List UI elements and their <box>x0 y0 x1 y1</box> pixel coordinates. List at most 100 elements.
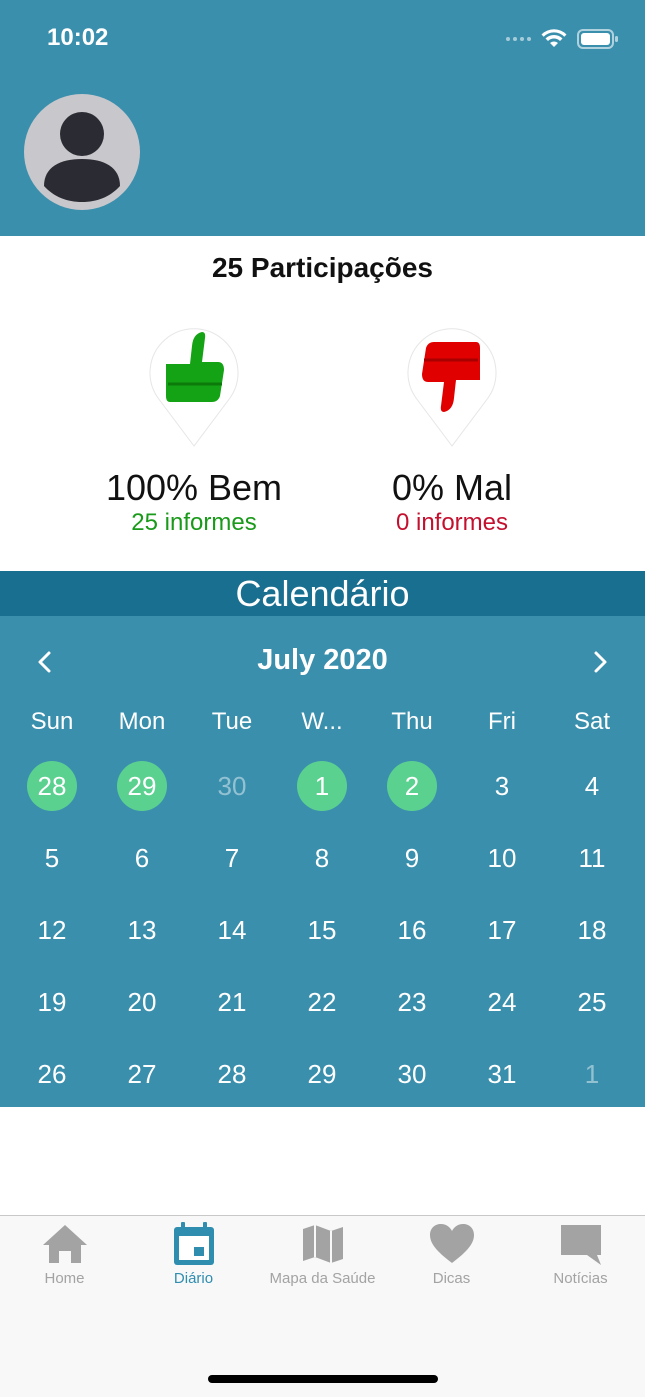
chevron-right-icon <box>594 651 607 673</box>
signal-icon <box>506 37 531 41</box>
calendar-day[interactable]: 9 <box>367 822 457 894</box>
calendar-day[interactable]: 4 <box>547 750 637 822</box>
calendar-day[interactable]: 22 <box>277 966 367 1038</box>
calendar-icon <box>173 1222 214 1265</box>
calendar-day-number: 11 <box>578 842 606 873</box>
calendar-month: July 2020 <box>257 644 388 676</box>
calendar-day[interactable]: 26 <box>7 1038 97 1110</box>
weekday-header: Sun Mon Tue W... Thu Fri Sat <box>7 708 637 736</box>
tab-label: Mapa da Saúde <box>269 1270 376 1287</box>
calendar-day[interactable]: 30 <box>367 1038 457 1110</box>
calendar-day[interactable]: 28 <box>187 1038 277 1110</box>
tab-diario[interactable]: Diário <box>129 1216 258 1287</box>
tab-bar: Home Diário Mapa da Saúde Dicas Notícias <box>0 1215 645 1397</box>
calendar-day-number: 27 <box>127 1058 157 1089</box>
calendar-day-number: 14 <box>217 914 247 945</box>
calendar-day[interactable]: 14 <box>187 894 277 966</box>
tab-label: Notícias <box>553 1270 608 1287</box>
calendar-day[interactable]: 5 <box>7 822 97 894</box>
calendar-day[interactable]: 29 <box>277 1038 367 1110</box>
calendar-day-number: 30 <box>217 770 247 801</box>
weekday-label: Fri <box>488 708 516 735</box>
tab-dicas[interactable]: Dicas <box>387 1216 516 1287</box>
calendar-day[interactable]: 3 <box>457 750 547 822</box>
calendar-day-number: 31 <box>487 1058 517 1089</box>
calendar-day-number: 24 <box>487 986 517 1017</box>
calendar-day-number: 18 <box>577 914 607 945</box>
calendar-day-marked[interactable]: 1 <box>277 750 367 822</box>
calendar-day-number: 13 <box>127 914 157 945</box>
weekday-label: Sat <box>573 708 611 735</box>
calendar-day[interactable]: 13 <box>97 894 187 966</box>
home-icon <box>42 1225 87 1263</box>
tab-label: Diário <box>173 1270 214 1287</box>
calendar-day[interactable]: 1 <box>547 1038 637 1110</box>
calendar-day[interactable]: 7 <box>187 822 277 894</box>
calendar-day-number: 8 <box>314 842 330 873</box>
calendar-day[interactable]: 18 <box>547 894 637 966</box>
calendar-day[interactable]: 24 <box>457 966 547 1038</box>
tab-mapa-da-saude[interactable]: Mapa da Saúde <box>258 1216 387 1287</box>
bad-reports: 0 informes <box>395 509 509 536</box>
calendar-day-number: 19 <box>37 986 67 1017</box>
thumbs-up-pin-icon <box>149 328 239 447</box>
calendar-day-number: 17 <box>487 914 517 945</box>
bad-percentage: 0% Mal <box>391 467 513 508</box>
calendar-day-number: 28 <box>27 761 77 811</box>
profile-header: 10:02 <box>0 0 645 236</box>
good-percentage: 100% Bem <box>105 467 283 508</box>
calendar-day-number: 2 <box>387 761 437 811</box>
calendar-day-number: 20 <box>127 986 157 1017</box>
calendar-day-number: 1 <box>297 761 347 811</box>
weekday-label: Mon <box>118 708 166 735</box>
calendar-day[interactable]: 20 <box>97 966 187 1038</box>
weekday-label: Sun <box>30 708 74 735</box>
user-silhouette-icon <box>44 112 120 202</box>
calendar-day[interactable]: 8 <box>277 822 367 894</box>
status-icons <box>506 28 619 50</box>
calendar-day-number: 29 <box>117 761 167 811</box>
calendar-day-number: 15 <box>307 914 337 945</box>
tab-noticias[interactable]: Notícias <box>516 1216 645 1287</box>
calendar-day[interactable]: 17 <box>457 894 547 966</box>
calendar-day-number: 12 <box>37 914 67 945</box>
calendar-day-number: 25 <box>577 986 607 1017</box>
calendar-day-number: 22 <box>307 986 337 1017</box>
bad-stat: 0% Mal 0 informes <box>322 322 582 538</box>
calendar-day-number: 26 <box>37 1058 67 1089</box>
calendar-day[interactable]: 31 <box>457 1038 547 1110</box>
home-indicator <box>208 1375 438 1383</box>
calendar-day-marked[interactable]: 29 <box>97 750 187 822</box>
calendar-day[interactable]: 12 <box>7 894 97 966</box>
tab-home[interactable]: Home <box>0 1216 129 1287</box>
good-stat: 100% Bem 25 informes <box>64 322 324 538</box>
calendar-day[interactable]: 25 <box>547 966 637 1038</box>
calendar-day[interactable]: 27 <box>97 1038 187 1110</box>
calendar-day-number: 21 <box>217 986 247 1017</box>
calendar-day[interactable]: 10 <box>457 822 547 894</box>
calendar-day[interactable]: 11 <box>547 822 637 894</box>
calendar-day-number: 29 <box>307 1058 337 1089</box>
calendar-day[interactable]: 23 <box>367 966 457 1038</box>
calendar-day-number: 30 <box>397 1058 427 1089</box>
avatar[interactable] <box>24 94 140 210</box>
weekday-label: Tue <box>211 708 253 735</box>
calendar-day-marked[interactable]: 28 <box>7 750 97 822</box>
calendar-day-number: 10 <box>487 842 517 873</box>
next-month-button[interactable] <box>580 642 620 682</box>
calendar-day-number: 7 <box>224 842 240 873</box>
battery-icon <box>577 29 618 49</box>
calendar-day[interactable]: 16 <box>367 894 457 966</box>
calendar: July 2020 Sun Mon Tue W... Thu Fri Sat 2… <box>0 616 645 1107</box>
calendar-day-number: 4 <box>584 770 600 801</box>
calendar-day-marked[interactable]: 2 <box>367 750 457 822</box>
calendar-day[interactable]: 15 <box>277 894 367 966</box>
calendar-day[interactable]: 21 <box>187 966 277 1038</box>
calendar-day-number: 5 <box>44 842 60 873</box>
calendar-day[interactable]: 30 <box>187 750 277 822</box>
calendar-day-number: 9 <box>404 842 420 873</box>
calendar-day[interactable]: 6 <box>97 822 187 894</box>
calendar-day[interactable]: 19 <box>7 966 97 1038</box>
calendar-day-number: 23 <box>397 986 427 1017</box>
tab-label: Home <box>44 1270 85 1287</box>
